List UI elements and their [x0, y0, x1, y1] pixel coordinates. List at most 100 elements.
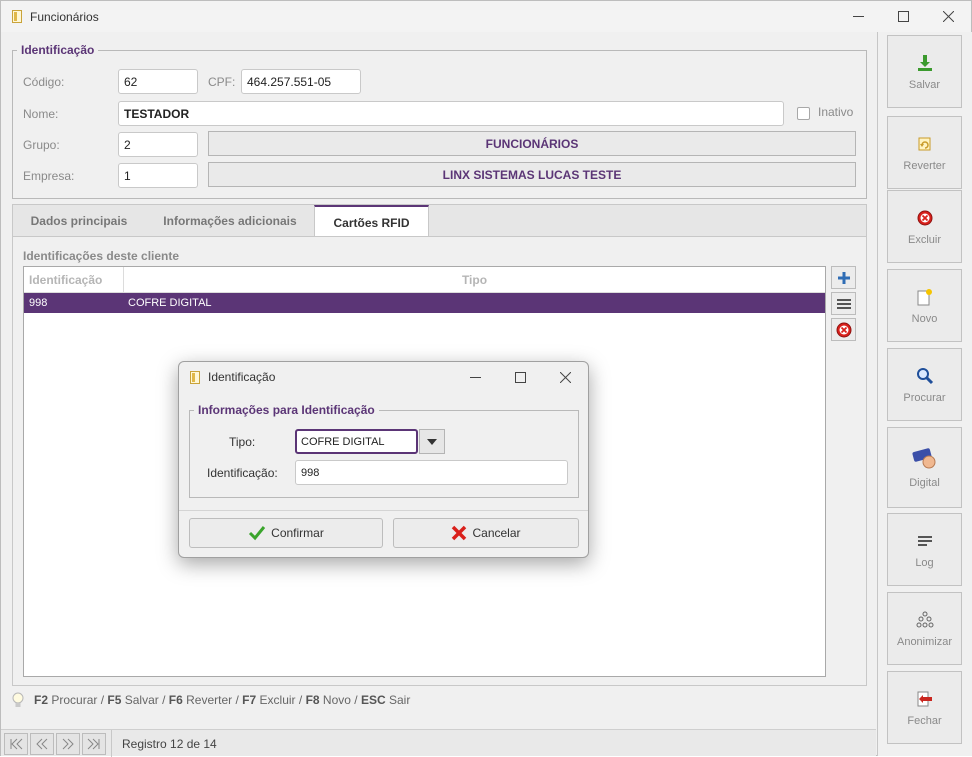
shortcut-hint: F2 Procurar / F5 Salvar / F6 Reverter / …	[12, 691, 410, 709]
tab-cartoes-rfid[interactable]: Cartões RFID	[314, 205, 429, 238]
empresa-description: LINX SISTEMAS LUCAS TESTE	[208, 162, 856, 187]
fingerprint-button[interactable]: Digital	[887, 427, 962, 508]
maximize-button[interactable]	[880, 1, 926, 32]
search-label: Procurar	[903, 392, 946, 404]
codigo-label: Código:	[23, 75, 65, 89]
app-icon	[12, 10, 22, 23]
log-icon	[914, 530, 936, 552]
codigo-field[interactable]: 62	[118, 69, 198, 94]
log-label: Log	[915, 557, 934, 569]
nome-label: Nome:	[23, 107, 59, 121]
nome-field[interactable]: TESTADOR	[118, 101, 784, 126]
cpf-field[interactable]: 464.257.551-05	[241, 69, 361, 94]
dialog-app-icon	[190, 370, 200, 384]
delete-button[interactable]: Excluir	[887, 190, 962, 263]
search-icon	[914, 365, 936, 387]
title-bar: Funcionários	[1, 1, 971, 32]
main-window: Funcionários Identificação Código: 62 CP…	[0, 0, 972, 757]
rfid-section-label: Identificações deste cliente	[23, 249, 180, 263]
maximize-icon	[897, 11, 909, 22]
close-icon	[942, 11, 954, 22]
new-icon	[914, 286, 936, 308]
checkmark-icon	[248, 525, 266, 541]
record-status: Registro 12 de 14	[111, 730, 217, 757]
cancel-label: Cancelar	[472, 526, 521, 540]
hint-key-f6: F6	[168, 693, 183, 707]
search-button[interactable]: Procurar	[887, 348, 962, 421]
identification-dialog: Identificação Informações para Identific…	[178, 361, 589, 558]
inativo-checkbox[interactable]	[797, 107, 810, 120]
hint-excluir: Excluir /	[259, 693, 303, 707]
first-record-button[interactable]	[4, 733, 28, 755]
dialog-title: Identificação	[208, 370, 276, 384]
identificacao-field[interactable]: 998	[295, 460, 568, 485]
cpf-label: CPF:	[208, 75, 236, 89]
column-header-identificacao[interactable]: Identificação	[29, 267, 124, 293]
edit-row-button[interactable]	[831, 292, 856, 315]
chevron-down-icon	[427, 438, 437, 445]
inativo-label: Inativo	[818, 105, 854, 119]
cell-tipo: COFRE DIGITAL	[128, 297, 212, 309]
revert-icon	[914, 133, 936, 155]
delete-icon	[914, 207, 936, 229]
last-record-button[interactable]	[82, 733, 106, 755]
new-button[interactable]: Novo	[887, 269, 962, 342]
anonymize-label: Anonimizar	[896, 636, 953, 648]
save-label: Salvar	[908, 79, 941, 91]
tipo-dropdown-button[interactable]	[419, 429, 445, 454]
identificacao-label: Identificação:	[207, 466, 278, 480]
close-button[interactable]	[925, 1, 971, 32]
hint-key-esc: ESC	[360, 693, 386, 707]
exit-icon	[914, 688, 936, 710]
next-record-button[interactable]	[56, 733, 80, 755]
revert-label: Reverter	[903, 160, 946, 172]
add-row-button[interactable]	[831, 266, 856, 289]
revert-button[interactable]: Reverter	[887, 116, 962, 189]
exit-label: Fechar	[907, 715, 942, 727]
tab-dados-principais[interactable]: Dados principais	[13, 205, 145, 237]
hint-key-f5: F5	[107, 693, 122, 707]
save-button[interactable]: Salvar	[887, 35, 962, 108]
status-bar: Registro 12 de 14	[1, 729, 876, 757]
minimize-button[interactable]	[835, 1, 881, 32]
lightbulb-icon	[12, 692, 24, 708]
identification-legend: Identificação	[21, 43, 95, 57]
minimize-icon	[852, 16, 864, 17]
first-icon	[10, 738, 23, 750]
delete-icon	[836, 322, 851, 337]
list-icon	[836, 298, 851, 309]
hint-novo: Novo /	[322, 693, 358, 707]
last-icon	[87, 738, 100, 750]
hint-procurar: Procurar /	[51, 693, 105, 707]
log-button[interactable]: Log	[887, 513, 962, 586]
grupo-label: Grupo:	[23, 138, 60, 152]
window-title: Funcionários	[30, 9, 99, 24]
plus-icon	[837, 271, 850, 284]
cancel-button[interactable]: Cancelar	[393, 518, 579, 548]
hint-salvar: Salvar /	[124, 693, 166, 707]
empresa-field[interactable]: 1	[118, 163, 198, 188]
grupo-field[interactable]: 2	[118, 132, 198, 157]
anonymize-button[interactable]: Anonimizar	[887, 592, 962, 665]
cancel-x-icon	[451, 525, 467, 541]
remove-row-button[interactable]	[831, 318, 856, 341]
tab-informacoes-adicionais[interactable]: Informações adicionais	[145, 205, 315, 237]
dialog-title-bar: Identificação	[179, 362, 588, 392]
cell-identificacao: 998	[29, 297, 48, 309]
tipo-select[interactable]: COFRE DIGITAL	[295, 429, 418, 454]
close-icon	[559, 371, 571, 383]
hint-key-f8: F8	[305, 693, 320, 707]
previous-record-button[interactable]	[30, 733, 54, 755]
fingerprint-icon	[911, 446, 938, 472]
dialog-minimize-button[interactable]	[453, 362, 497, 392]
empresa-label: Empresa:	[23, 169, 75, 183]
dialog-maximize-button[interactable]	[498, 362, 542, 392]
table-row[interactable]: 998 COFRE DIGITAL	[24, 293, 825, 313]
new-label: Novo	[911, 313, 938, 325]
tab-bar: Dados principais Informações adicionais …	[12, 204, 867, 238]
exit-button[interactable]: Fechar	[887, 671, 962, 744]
column-header-tipo[interactable]: Tipo	[124, 267, 825, 293]
fingerprint-label: Digital	[909, 477, 940, 489]
dialog-close-button[interactable]	[543, 362, 587, 392]
confirm-button[interactable]: Confirmar	[189, 518, 383, 548]
